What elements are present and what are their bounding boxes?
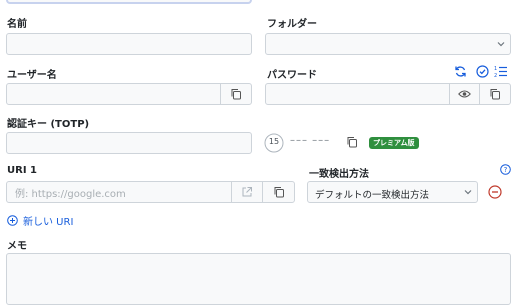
totp-code: ––– ––– bbox=[290, 135, 331, 146]
match-select[interactable]: デフォルトの一致検出方法 bbox=[307, 181, 478, 203]
toggle-password-visibility-button[interactable] bbox=[449, 83, 480, 105]
minus-circle-icon[interactable] bbox=[488, 185, 502, 199]
username-input[interactable] bbox=[7, 86, 220, 107]
folder-label: フォルダー bbox=[267, 19, 317, 30]
username-field[interactable] bbox=[6, 83, 221, 107]
top-field[interactable] bbox=[6, 0, 252, 4]
name-input[interactable] bbox=[7, 36, 251, 57]
copy-icon bbox=[273, 186, 285, 198]
totp-countdown: 15 bbox=[268, 137, 280, 146]
copy-icon bbox=[489, 88, 501, 100]
notes-textarea[interactable] bbox=[6, 253, 511, 305]
chevron-down-icon bbox=[464, 188, 472, 196]
launch-icon bbox=[241, 186, 253, 198]
password-field[interactable] bbox=[265, 83, 450, 107]
copy-totp-icon[interactable] bbox=[346, 136, 358, 148]
copy-uri-button[interactable] bbox=[262, 181, 295, 203]
copy-icon bbox=[230, 88, 242, 100]
totp-field[interactable] bbox=[6, 132, 252, 156]
chevron-down-icon bbox=[497, 40, 505, 48]
uri-field[interactable] bbox=[6, 181, 232, 205]
username-label: ユーザー名 bbox=[7, 70, 57, 81]
notes-label: メモ bbox=[7, 241, 27, 252]
copy-password-button[interactable] bbox=[479, 83, 511, 105]
new-uri-button[interactable]: 新しい URI bbox=[7, 213, 73, 228]
copy-username-button[interactable] bbox=[220, 83, 252, 105]
folder-select[interactable] bbox=[265, 33, 511, 55]
svg-text:1: 1 bbox=[494, 66, 497, 72]
totp-input[interactable] bbox=[7, 135, 251, 156]
uri-label: URI 1 bbox=[7, 165, 37, 176]
list-ordered-icon[interactable]: 12 bbox=[494, 65, 508, 78]
match-selected: デフォルトの一致検出方法 bbox=[315, 190, 430, 201]
launch-uri-button[interactable] bbox=[231, 181, 263, 203]
password-input[interactable] bbox=[266, 86, 449, 107]
eye-icon bbox=[458, 89, 471, 99]
totp-label: 認証キー (TOTP) bbox=[7, 119, 90, 130]
refresh-icon[interactable] bbox=[454, 65, 467, 78]
match-label: 一致検出方法 bbox=[309, 169, 369, 180]
check-circle-icon[interactable] bbox=[476, 65, 489, 78]
svg-text:?: ? bbox=[504, 166, 508, 174]
name-label: 名前 bbox=[7, 19, 27, 30]
password-label: パスワード bbox=[267, 70, 317, 81]
premium-badge: プレミアム版 bbox=[369, 137, 419, 149]
svg-text:2: 2 bbox=[494, 73, 497, 78]
plus-circle-icon bbox=[7, 215, 18, 226]
new-uri-label: 新しい URI bbox=[23, 217, 74, 228]
uri-input[interactable] bbox=[7, 184, 231, 205]
name-field[interactable] bbox=[6, 33, 252, 57]
timer-icon: 15 bbox=[264, 133, 284, 153]
help-icon[interactable]: ? bbox=[500, 164, 511, 175]
